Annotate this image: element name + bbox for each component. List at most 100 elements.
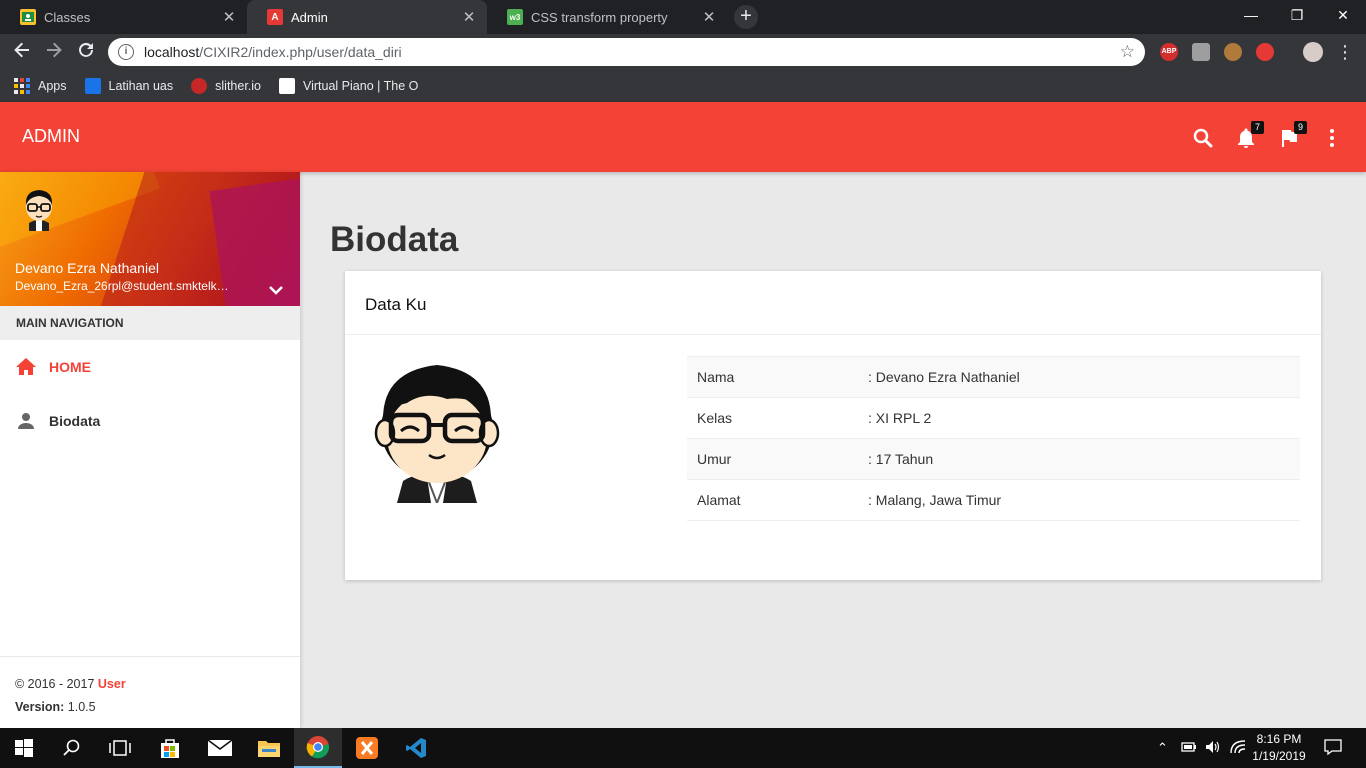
abp-icon[interactable]: ABP [1160, 43, 1178, 61]
biodata-table: Nama: Devano Ezra Nathaniel Kelas: XI RP… [687, 356, 1300, 521]
chrome-icon [306, 736, 330, 759]
address-bar[interactable]: i localhost/CIXIR2/index.php/user/data_d… [108, 38, 1145, 66]
row-key: Nama [687, 356, 858, 398]
table-row: Kelas: XI RPL 2 [687, 397, 1300, 439]
site-info-icon[interactable]: i [118, 44, 134, 60]
biodata-card: Data Ku Nama: Devano Ezra Nathaniel Kela… [345, 271, 1321, 580]
reload-button[interactable] [75, 41, 97, 63]
card-title: Data Ku [345, 271, 1321, 335]
copyright-link[interactable]: User [98, 677, 126, 691]
chat-extension-icon[interactable] [1192, 43, 1210, 61]
xampp-app[interactable] [343, 728, 391, 768]
search-icon[interactable] [1191, 126, 1215, 150]
bookmark-slither[interactable]: slither.io [191, 78, 261, 94]
sidebar: Devano Ezra Nathaniel Devano_Ezra_26rpl@… [0, 172, 300, 728]
home-icon [16, 358, 36, 375]
user-email: Devano_Ezra_26rpl@student.smktelkom-mlg.… [15, 279, 230, 293]
close-tab-icon[interactable]: ✕ [461, 8, 477, 26]
bookmark-latihan-uas[interactable]: Latihan uas [84, 78, 174, 94]
tab-css-transform[interactable]: w3 CSS transform property ✕ [487, 0, 727, 34]
volume-icon[interactable] [1205, 740, 1221, 757]
copyright-text: © 2016 - 2017 [15, 677, 98, 691]
action-center-icon[interactable] [1324, 738, 1342, 759]
classroom-icon [20, 9, 36, 25]
forward-button[interactable] [43, 41, 65, 63]
arrow-left-icon [14, 42, 29, 58]
battery-icon[interactable] [1181, 741, 1197, 756]
url-path: /CIXIR2/index.php/user/data_diri [199, 44, 402, 60]
wifi-icon[interactable] [1230, 740, 1246, 757]
bookmark-label: Latihan uas [108, 79, 174, 93]
tab-title: CSS transform property [531, 9, 668, 25]
notification-count-badge: 7 [1251, 121, 1264, 134]
row-value: : Devano Ezra Nathaniel [858, 356, 1300, 398]
tab-classes[interactable]: Classes ✕ [0, 0, 247, 34]
mail-app[interactable] [196, 728, 244, 768]
mail-icon [208, 740, 232, 756]
app-header: ADMIN 7 9 [0, 102, 1366, 172]
arrow-right-icon [47, 42, 62, 58]
bookmark-apps[interactable]: Apps [14, 78, 67, 94]
reload-icon [79, 42, 93, 57]
search-button[interactable] [48, 728, 96, 768]
vscode-app[interactable] [392, 728, 440, 768]
bookmark-label: slither.io [215, 79, 261, 93]
chrome-menu-icon[interactable]: ⋮ [1334, 41, 1356, 63]
sidebar-item-biodata[interactable]: Biodata [0, 394, 300, 448]
task-view-button[interactable] [96, 728, 144, 768]
file-explorer-app[interactable] [245, 728, 293, 768]
start-button[interactable] [0, 728, 48, 768]
nav-header: MAIN NAVIGATION [0, 306, 300, 340]
app-brand[interactable]: ADMIN [22, 126, 80, 147]
bookmark-star-icon[interactable]: ☆ [1120, 42, 1135, 62]
version: Version: 1.0.5 [15, 696, 285, 719]
xampp-icon [356, 737, 378, 759]
avatar [25, 190, 53, 231]
minimize-button[interactable]: — [1228, 0, 1274, 30]
close-tab-icon[interactable]: ✕ [221, 8, 237, 26]
row-key: Kelas [687, 397, 858, 439]
stop-extension-icon[interactable] [1256, 43, 1274, 61]
close-tab-icon[interactable]: ✕ [701, 8, 717, 26]
back-button[interactable] [11, 41, 33, 63]
close-window-button[interactable]: ✕ [1320, 0, 1366, 30]
piano-icon [279, 78, 295, 94]
cookie-icon[interactable] [1224, 43, 1242, 61]
profile-avatar-large [374, 365, 500, 503]
browser-toolbar: i localhost/CIXIR2/index.php/user/data_d… [0, 34, 1366, 70]
start-icon [15, 739, 33, 757]
version-label: Version: [15, 700, 65, 714]
sidebar-item-label: HOME [49, 359, 91, 375]
chrome-app[interactable] [294, 728, 342, 768]
new-tab-button[interactable]: + [734, 5, 758, 29]
sidebar-footer: © 2016 - 2017 User Version: 1.0.5 [0, 656, 300, 728]
chevron-down-icon[interactable] [266, 280, 286, 300]
bookmark-virtual-piano[interactable]: Virtual Piano | The O [279, 78, 418, 94]
sidebar-item-home[interactable]: HOME [0, 340, 300, 394]
tab-admin[interactable]: A Admin ✕ [247, 0, 487, 34]
task-view-icon [109, 740, 131, 756]
page-title: Biodata [330, 220, 459, 259]
vscode-icon [406, 738, 426, 758]
flags-button[interactable]: 9 [1277, 121, 1307, 150]
clock-time: 8:16 PM [1256, 732, 1302, 746]
flag-count-badge: 9 [1294, 121, 1307, 134]
restore-button[interactable]: ❐ [1274, 0, 1320, 30]
apps-icon [14, 78, 30, 94]
table-row: Umur: 17 Tahun [687, 438, 1300, 480]
row-key: Umur [687, 438, 858, 480]
file-explorer-icon [258, 741, 280, 757]
taskbar: ⌃ 8:16 PM 1/19/2019 [0, 728, 1366, 768]
table-row: Nama: Devano Ezra Nathaniel [687, 356, 1300, 398]
more-vert-icon[interactable] [1320, 126, 1344, 150]
row-value: : XI RPL 2 [858, 397, 1300, 439]
chevron-up-icon[interactable]: ⌃ [1157, 740, 1168, 756]
profile-avatar[interactable] [1303, 42, 1323, 62]
store-app[interactable] [146, 728, 194, 768]
version-value: 1.0.5 [64, 700, 96, 714]
notifications-button[interactable]: 7 [1234, 121, 1264, 150]
slither-icon [191, 78, 208, 94]
clock-date: 1/19/2019 [1252, 749, 1306, 763]
system-clock[interactable]: 8:16 PM 1/19/2019 [1248, 731, 1310, 765]
row-key: Alamat [687, 479, 858, 521]
